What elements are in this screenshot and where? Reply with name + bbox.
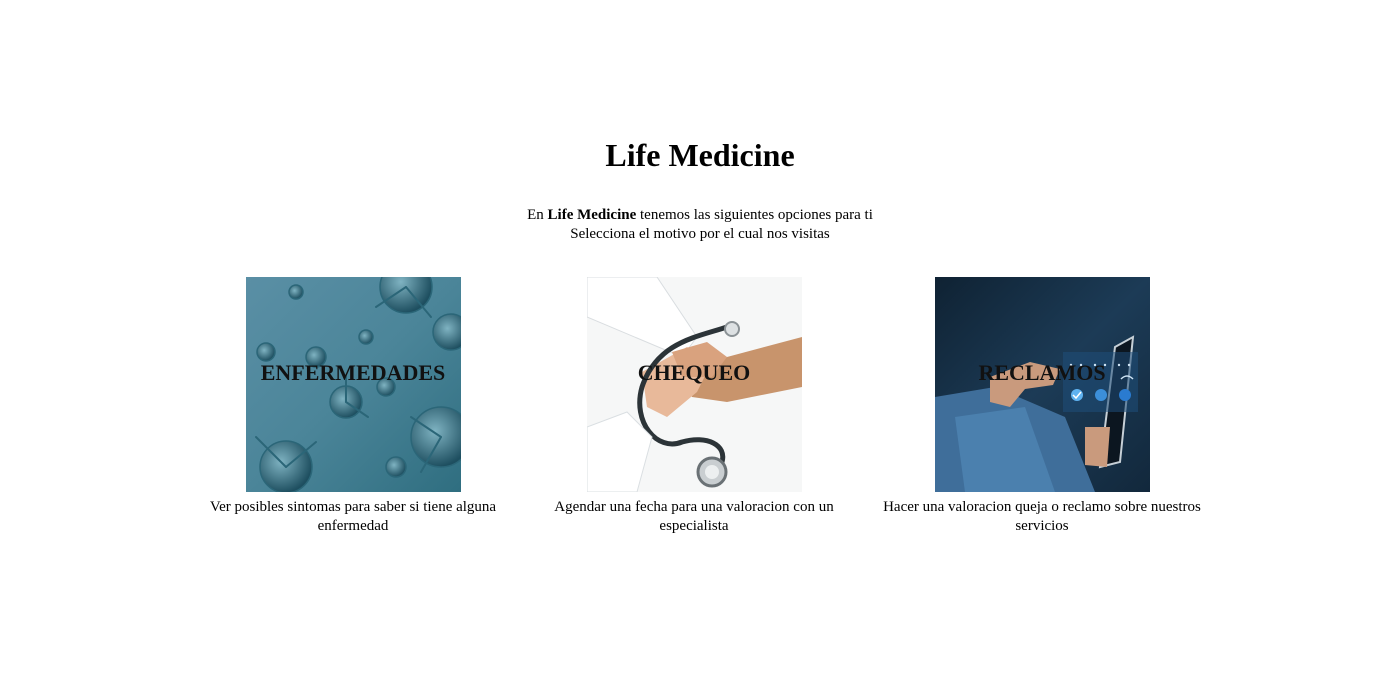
chequeo-label: CHEQUEO (637, 360, 751, 385)
chequeo-description: Agendar una fecha para una valoracion co… (554, 499, 834, 534)
card-chequeo: CHEQUEO Agendar una fecha para una valor… (534, 277, 854, 536)
enfermedades-description: Ver posibles sintomas para saber si tien… (209, 499, 497, 534)
intro-line-2: Selecciona el motivo por el cual nos vis… (570, 226, 830, 242)
intro-brand: Life Medicine (547, 207, 637, 223)
page: Life Medicine En Life Medicine tenemos l… (0, 0, 1400, 700)
reclamos-label: RECLAMOS (978, 360, 1106, 385)
page-title: Life Medicine (605, 137, 795, 173)
intro-suffix: tenemos las siguientes opciones para ti (636, 207, 873, 223)
enfermedades-label: ENFERMEDADES (260, 360, 446, 385)
intro-text: En Life Medicine tenemos las siguientes … (0, 206, 1400, 244)
chequeo-link[interactable]: CHEQUEO (586, 277, 802, 492)
reclamos-link[interactable]: RECLAMOS (934, 277, 1150, 492)
intro-prefix: En (527, 207, 548, 223)
enfermedades-link[interactable]: ENFERMEDADES (245, 277, 461, 492)
card-enfermedades: ENFERMEDADES Ver posibles sintomas para … (188, 277, 518, 536)
reclamos-description: Hacer una valoracion queja o reclamo sob… (883, 499, 1201, 534)
intro-line-1: En Life Medicine tenemos las siguientes … (0, 206, 1400, 225)
card-reclamos: RECLAMOS Hacer una valoracion queja o re… (862, 277, 1222, 536)
